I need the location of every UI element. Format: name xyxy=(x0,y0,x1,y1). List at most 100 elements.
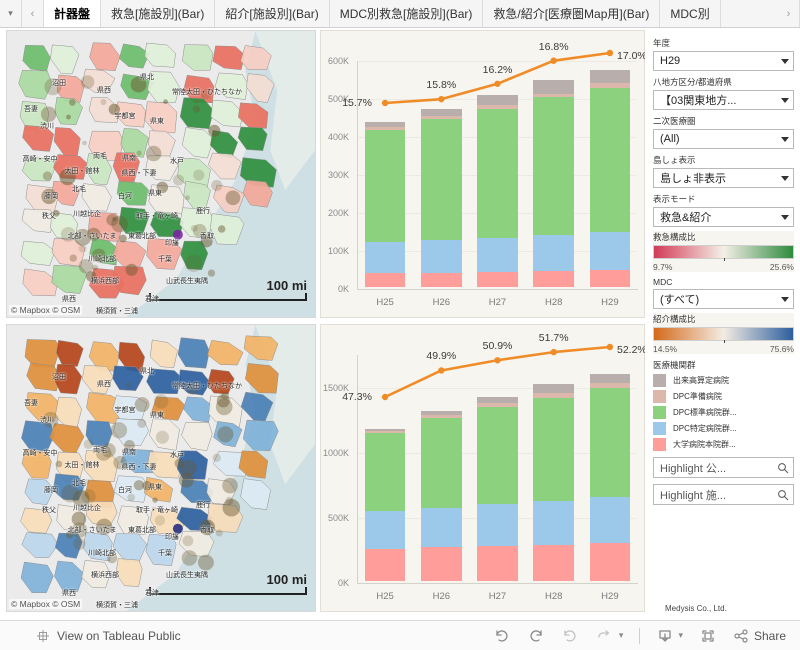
map-facility-bubble[interactable] xyxy=(136,150,142,156)
legend-item[interactable]: DPC準備病院 xyxy=(653,390,794,403)
map-facility-bubble[interactable] xyxy=(80,75,95,89)
tab-3[interactable]: MDC別救急[施設別](Bar) xyxy=(329,0,484,27)
revert-icon[interactable] xyxy=(561,627,579,645)
bar-segment[interactable] xyxy=(589,231,631,271)
bar-segment[interactable] xyxy=(589,542,631,581)
tab-0[interactable]: 計器盤 xyxy=(44,0,102,27)
bar-segment[interactable] xyxy=(421,507,462,548)
legend-item[interactable]: DPC特定病院群... xyxy=(653,422,794,435)
bar-H29[interactable] xyxy=(589,374,631,581)
bar-segment[interactable] xyxy=(364,241,406,273)
map-facility-bubble[interactable] xyxy=(193,169,205,181)
bar-segment[interactable] xyxy=(533,93,574,98)
tab-menu-button[interactable]: ▾ xyxy=(0,0,22,27)
bar-segment[interactable] xyxy=(589,270,631,287)
map-facility-bubble[interactable] xyxy=(192,105,201,113)
emergency-chart[interactable]: 0K 100K 200K 300K 400K 500K 600K H25 H26 H27 H28 H2… xyxy=(320,30,647,318)
map-facility-bubble[interactable] xyxy=(215,529,223,537)
bar-segment[interactable] xyxy=(364,428,406,431)
legend-item[interactable]: 出来高算定病院 xyxy=(653,374,794,387)
map-facility-bubble[interactable] xyxy=(125,382,133,389)
secondary-medical-area-select[interactable]: (All) xyxy=(653,129,794,149)
map-facility-bubble[interactable] xyxy=(137,418,147,428)
bar-segment[interactable] xyxy=(364,430,406,434)
map-facility-bubble[interactable] xyxy=(100,98,107,106)
bar-H27[interactable] xyxy=(477,396,518,581)
bar-H26[interactable] xyxy=(421,410,462,581)
bar-segment[interactable] xyxy=(589,497,631,543)
bar-segment[interactable] xyxy=(533,544,574,581)
map-facility-bubble[interactable] xyxy=(153,394,169,409)
bar-H25[interactable] xyxy=(364,428,406,581)
referral-map[interactable]: © Mapbox © OSM 100 mi 沼田 県西 県北 吾妻 常陸太田・ひたちなか… xyxy=(6,324,316,612)
bar-segment[interactable] xyxy=(477,396,518,404)
tab-4[interactable]: 救急/紹介[医療圏Map用](Bar) xyxy=(483,0,661,27)
map-facility-bubble[interactable] xyxy=(106,214,119,226)
download-dropdown-caret-icon[interactable]: ▾ xyxy=(678,630,683,641)
map-facility-bubble[interactable] xyxy=(119,234,127,243)
highlight-public-search[interactable]: Highlight 公... xyxy=(653,457,794,478)
bar-segment[interactable] xyxy=(421,118,462,241)
map-facility-bubble[interactable] xyxy=(174,458,184,468)
map-facility-bubble[interactable] xyxy=(178,472,194,488)
bar-segment[interactable] xyxy=(477,108,518,238)
bar-segment[interactable] xyxy=(477,272,518,287)
map-facility-bubble[interactable] xyxy=(134,397,150,413)
map-facility-bubble[interactable] xyxy=(152,497,158,503)
map-facility-bubble[interactable] xyxy=(212,453,221,462)
bar-segment[interactable] xyxy=(533,234,574,272)
map-facility-bubble[interactable] xyxy=(181,550,198,566)
tab-2[interactable]: 紹介[施設別](Bar) xyxy=(215,0,330,27)
bar-segment[interactable] xyxy=(364,549,406,581)
map-facility-bubble[interactable] xyxy=(154,515,166,526)
bar-segment[interactable] xyxy=(477,95,518,106)
bar-segment[interactable] xyxy=(477,105,518,109)
map-facility-bubble[interactable] xyxy=(184,195,190,201)
map-facility-bubble[interactable] xyxy=(55,460,63,468)
bar-H28[interactable] xyxy=(533,384,574,581)
view-on-tableau-public-button[interactable]: View on Tableau Public xyxy=(36,629,181,643)
bar-segment[interactable] xyxy=(589,70,631,84)
tab-5[interactable]: MDC別 xyxy=(660,0,721,27)
undo-icon[interactable] xyxy=(493,627,511,645)
map-facility-bubble[interactable] xyxy=(82,140,87,146)
bar-segment[interactable] xyxy=(421,116,462,119)
fullscreen-icon[interactable] xyxy=(699,627,717,645)
bar-segment[interactable] xyxy=(533,397,574,501)
map-facility-bubble[interactable] xyxy=(40,106,57,123)
bar-segment[interactable] xyxy=(589,387,631,498)
bar-segment[interactable] xyxy=(421,272,462,287)
bar-segment[interactable] xyxy=(589,87,631,232)
map-facility-bubble[interactable] xyxy=(145,145,162,162)
map-facility-bubble[interactable] xyxy=(69,254,77,262)
referral-chart[interactable]: 0K 500K 1000K 1500K H25 H26 H27 H28 H29 47.3% 49.9… xyxy=(320,324,647,612)
map-facility-bubble[interactable] xyxy=(163,99,168,105)
bar-segment[interactable] xyxy=(477,407,518,505)
map-facility-bubble[interactable] xyxy=(207,269,216,277)
display-mode-select[interactable]: 救急&紹介 xyxy=(653,207,794,227)
bar-H25[interactable] xyxy=(364,122,406,287)
tab-1[interactable]: 救急[施設別](Bar) xyxy=(101,0,216,27)
bar-segment[interactable] xyxy=(421,414,462,418)
bar-segment[interactable] xyxy=(533,97,574,235)
bar-segment[interactable] xyxy=(421,410,462,415)
bar-segment[interactable] xyxy=(533,500,574,545)
bar-segment[interactable] xyxy=(364,272,406,287)
bar-segment[interactable] xyxy=(364,122,406,128)
region-division-select[interactable]: 【03関東地方... xyxy=(653,90,794,110)
emergency-map[interactable]: © Mapbox © OSM 100 mi 沼田 県西 県北 吾妻 常陸太田・ひたちなか… xyxy=(6,30,316,318)
bar-H26[interactable] xyxy=(421,109,462,287)
bar-segment[interactable] xyxy=(477,546,518,581)
map-facility-bubble[interactable] xyxy=(222,477,238,494)
bar-H27[interactable] xyxy=(477,95,518,287)
map-facility-bubble[interactable] xyxy=(66,114,71,120)
map-facility-bubble[interactable] xyxy=(68,98,76,106)
bar-segment[interactable] xyxy=(421,547,462,581)
map-facility-bubble[interactable] xyxy=(185,254,203,273)
download-icon[interactable] xyxy=(656,627,674,645)
map-facility-bubble[interactable] xyxy=(194,99,199,104)
bar-H29[interactable] xyxy=(589,70,631,287)
map-facility-bubble[interactable] xyxy=(211,179,223,192)
pause-dropdown-caret-icon[interactable]: ▾ xyxy=(619,630,624,641)
legend-item[interactable]: 大学病院本院群... xyxy=(653,438,794,451)
